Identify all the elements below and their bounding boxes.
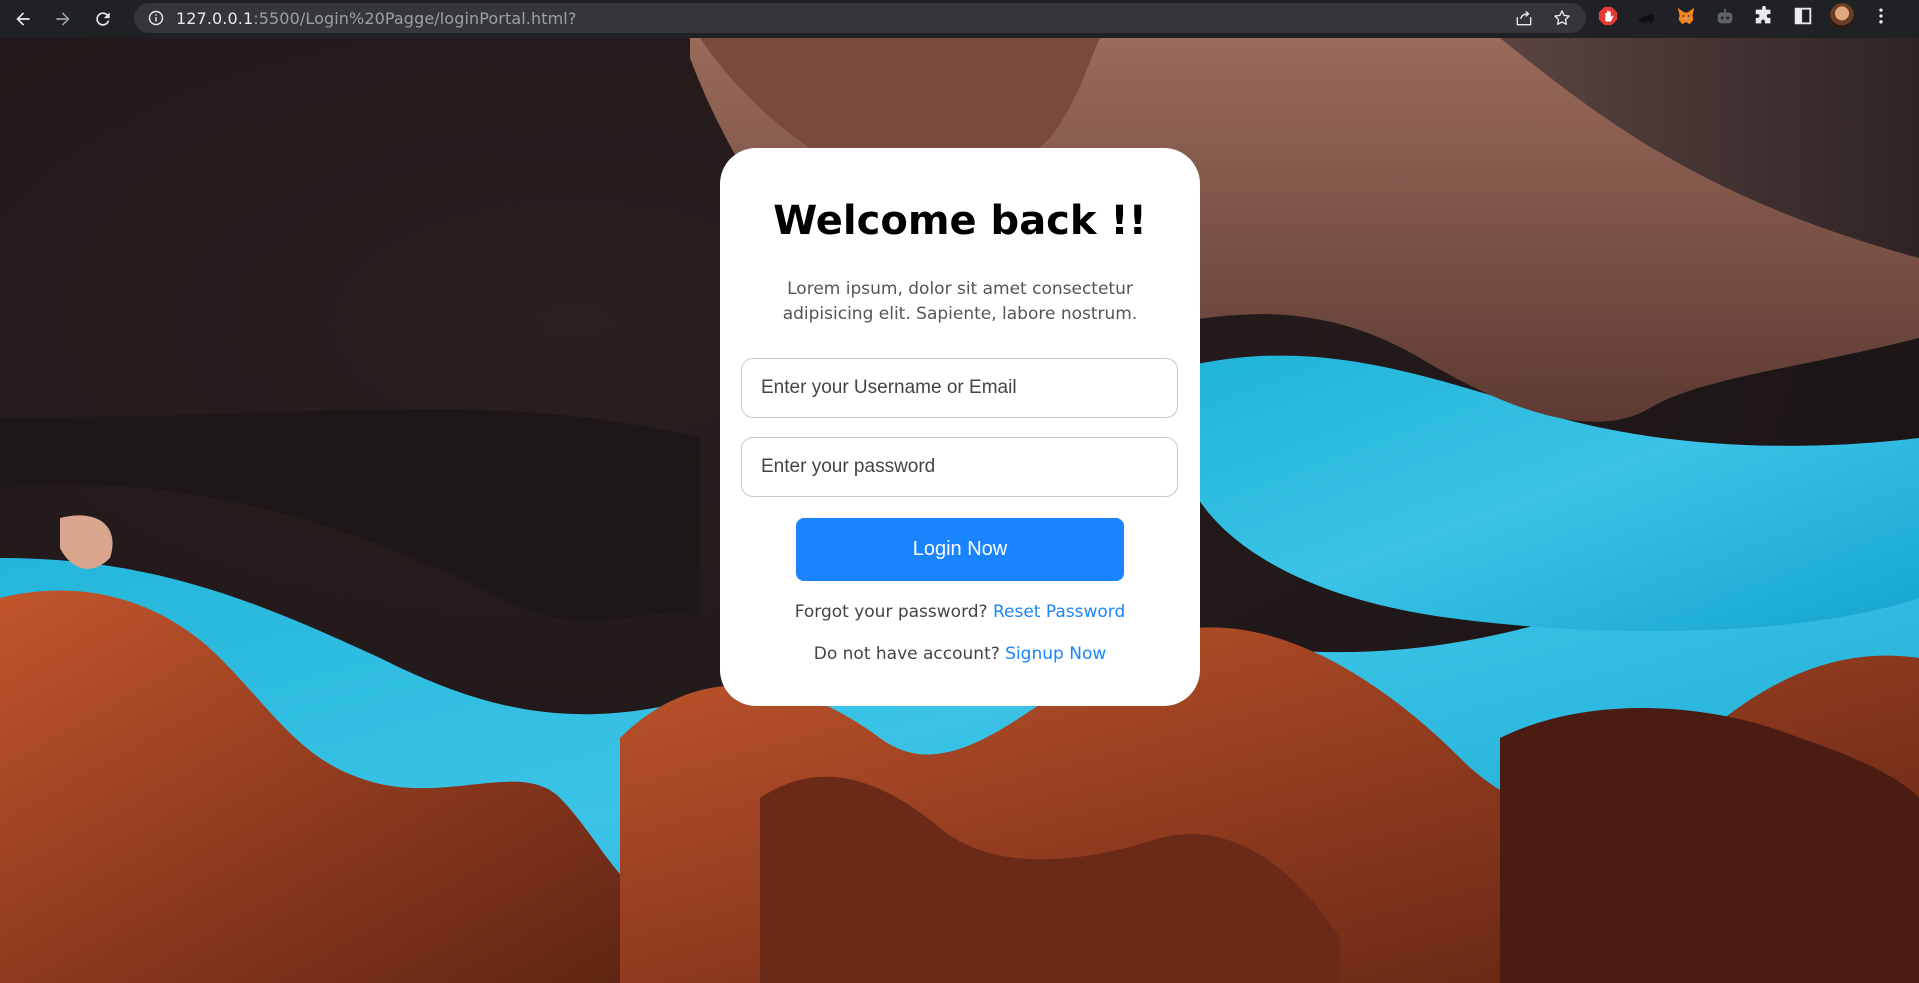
cat-extension-icon[interactable] [1635,4,1659,28]
arrow-left-icon [16,12,30,26]
info-icon[interactable] [148,10,164,26]
url-text[interactable]: 127.0.0.1:5500/Login%20Pagge/loginPortal… [176,9,576,28]
forward-button[interactable] [46,2,80,36]
forgot-password-line: Forgot your password? Reset Password [720,602,1200,622]
star-icon[interactable] [1552,8,1572,28]
extensions-bar [1596,3,1893,29]
page-viewport: Welcome back !! Lorem ipsum, dolor sit a… [0,38,1919,983]
browser-toolbar: 127.0.0.1:5500/Login%20Pagge/loginPortal… [0,0,1919,38]
username-input[interactable] [741,358,1178,418]
kebab-menu-icon[interactable] [1869,4,1893,28]
login-card: Welcome back !! Lorem ipsum, dolor sit a… [720,148,1200,706]
share-icon[interactable] [1514,8,1534,28]
profile-avatar[interactable] [1830,3,1854,29]
side-panel-icon[interactable] [1791,4,1815,28]
omnibox-actions [1514,8,1572,28]
adblock-extension-icon[interactable] [1596,4,1620,28]
login-button[interactable]: Login Now [796,518,1124,581]
no-account-text: Do not have account? [813,644,1000,664]
robot-extension-icon[interactable] [1713,4,1737,28]
signup-line: Do not have account? Signup Now [720,644,1200,664]
url-host: 127.0.0.1 [176,8,254,28]
reset-password-link[interactable]: Reset Password [993,602,1125,622]
login-description: Lorem ipsum, dolor sit amet consectetur … [782,279,1138,324]
arrow-right-icon [56,12,70,26]
reload-button[interactable] [86,2,120,36]
password-input[interactable] [741,437,1178,497]
page-title: Welcome back !! [773,198,1147,244]
url-path: :5500/Login%20Pagge/loginPortal.html? [253,8,577,28]
address-bar[interactable]: 127.0.0.1:5500/Login%20Pagge/loginPortal… [134,3,1586,33]
signup-link[interactable]: Signup Now [1005,644,1106,664]
back-button[interactable] [6,2,40,36]
metamask-fox-icon[interactable] [1674,4,1698,28]
forgot-password-text: Forgot your password? [794,602,988,622]
puzzle-icon[interactable] [1752,4,1776,28]
avatar [1830,3,1854,29]
reload-icon [96,12,110,26]
